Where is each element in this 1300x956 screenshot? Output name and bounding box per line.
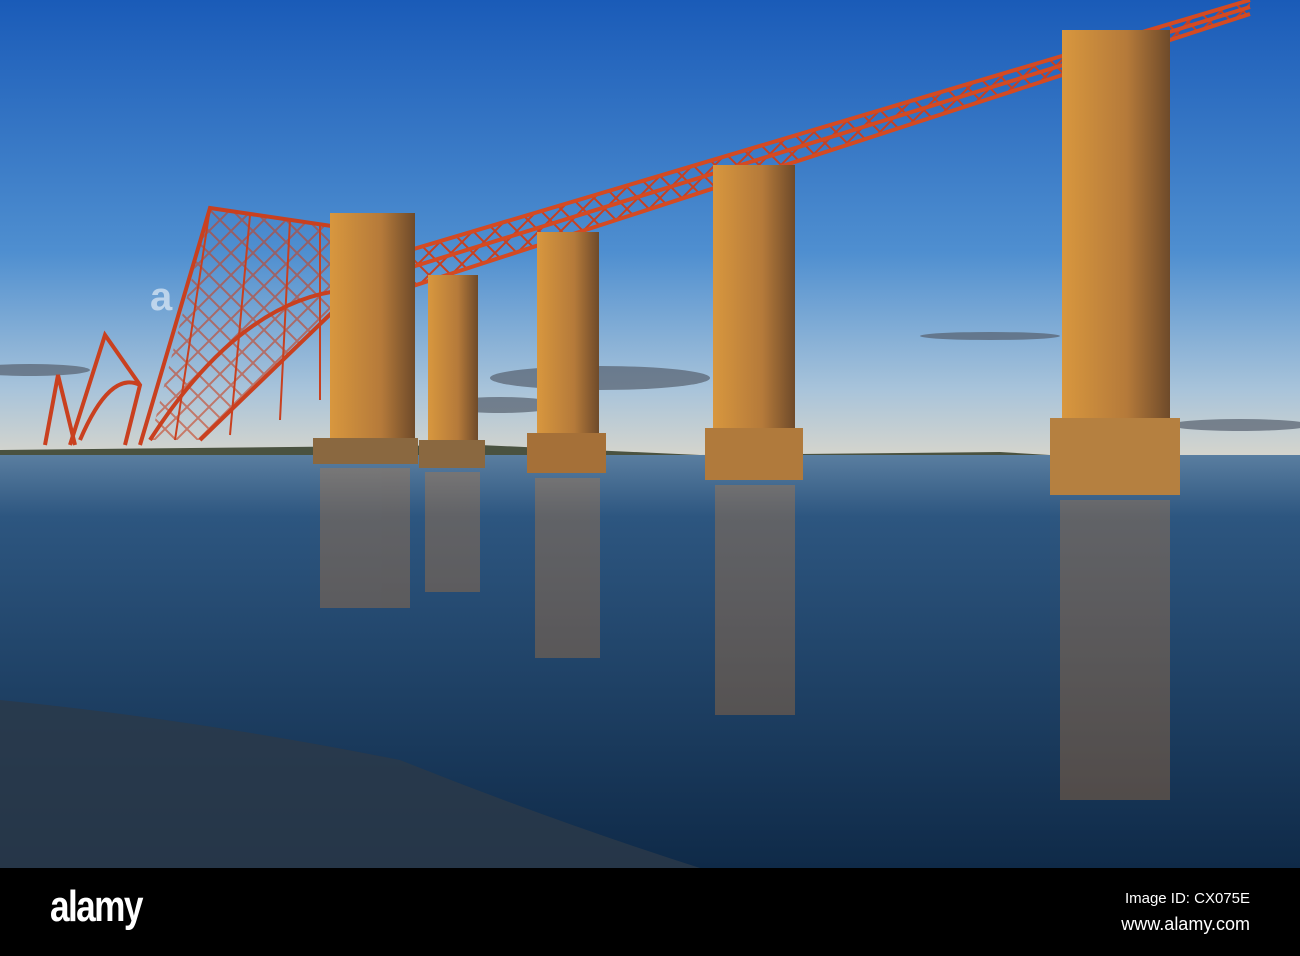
alamy-logo: alamy <box>50 882 143 931</box>
image-id: Image ID: CX075E <box>1124 890 1250 907</box>
website-url: www.alamy.com <box>1121 914 1250 934</box>
bridge-photo <box>0 0 1300 868</box>
stock-photo: a alamy Image ID: CX075E www.alamy.com <box>0 0 1300 956</box>
watermark-footer: alamy Image ID: CX075E www.alamy.com <box>0 868 1300 956</box>
watermark-overlay: a <box>150 275 172 319</box>
